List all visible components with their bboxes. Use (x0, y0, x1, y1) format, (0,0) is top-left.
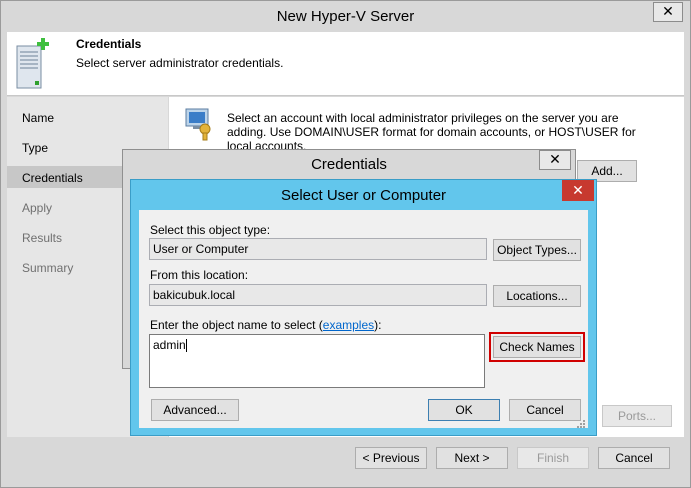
wizard-header: Credentials Select server administrator … (7, 32, 684, 96)
object-name-label: Enter the object name to select (example… (150, 318, 381, 332)
nav-item-summary[interactable]: Summary (22, 261, 73, 275)
nav-item-apply[interactable]: Apply (22, 201, 52, 215)
main-window-title: New Hyper-V Server (276, 8, 415, 25)
credentials-dialog-title: Credentials (311, 156, 387, 173)
resize-grip-icon[interactable] (576, 418, 586, 428)
object-types-button[interactable]: Object Types... (493, 239, 581, 261)
select-dialog-body: Select this object type: User or Compute… (139, 210, 588, 428)
examples-link[interactable]: examples (323, 318, 374, 332)
select-cancel-button[interactable]: Cancel (509, 399, 581, 421)
previous-button[interactable]: < Previous (355, 447, 427, 469)
close-icon: ✕ (572, 182, 584, 199)
select-dialog-close-button[interactable]: ✕ (562, 180, 594, 201)
object-type-field: User or Computer (149, 238, 487, 260)
finish-button[interactable]: Finish (517, 447, 589, 469)
object-name-label-text: Enter the object name to select ( (150, 318, 323, 332)
nav-item-results[interactable]: Results (22, 231, 62, 245)
nav-item-type[interactable]: Type (22, 141, 48, 155)
close-icon: ✕ (662, 4, 674, 20)
ok-button[interactable]: OK (428, 399, 500, 421)
object-type-label: Select this object type: (150, 223, 271, 237)
object-name-label-end: ): (374, 318, 382, 332)
locations-button[interactable]: Locations... (493, 285, 581, 307)
object-name-input[interactable]: admin (149, 334, 485, 388)
footer-cancel-button[interactable]: Cancel (598, 447, 670, 469)
location-label: From this location: (150, 268, 249, 282)
nav-item-credentials[interactable]: Credentials (22, 171, 83, 185)
advanced-button[interactable]: Advanced... (151, 399, 239, 421)
nav-item-name[interactable]: Name (22, 111, 54, 125)
check-names-button[interactable]: Check Names (493, 336, 581, 358)
location-field: bakicubuk.local (149, 284, 487, 306)
select-dialog-title: Select User or Computer (280, 187, 447, 204)
next-button[interactable]: Next > (436, 447, 508, 469)
text-cursor (185, 339, 187, 353)
main-title-bar[interactable]: New Hyper-V Server ✕ (1, 1, 690, 32)
ports-button[interactable]: Ports... (602, 405, 672, 427)
select-user-dialog: Select User or Computer ✕ Select this ob… (130, 179, 597, 436)
header-subtitle: Select server administrator credentials. (76, 56, 284, 70)
header-title: Credentials (76, 37, 142, 51)
object-name-value: admin (153, 338, 186, 352)
main-close-button[interactable]: ✕ (653, 2, 683, 22)
account-key-icon (185, 107, 217, 141)
content-description: Select an account with local administrat… (227, 111, 636, 153)
server-add-icon (16, 36, 50, 90)
credentials-close-button[interactable]: ✕ (539, 150, 571, 170)
close-icon: ✕ (549, 152, 561, 168)
